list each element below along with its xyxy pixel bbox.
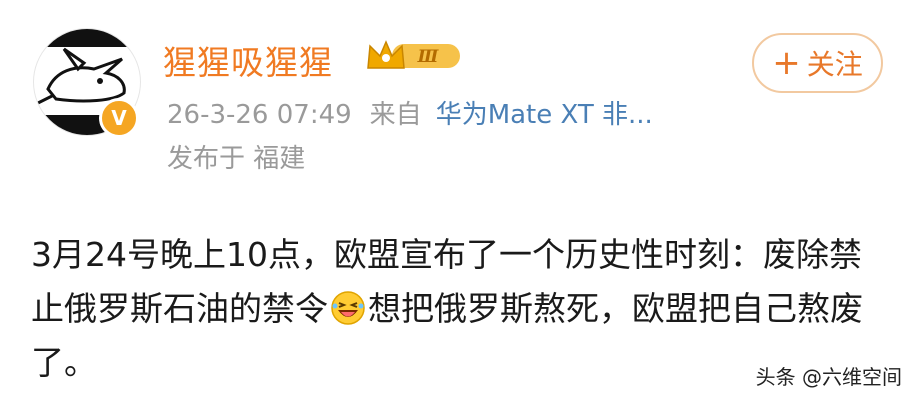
watermark: 头条 @六维空间 bbox=[755, 365, 902, 389]
follow-label: 关注 bbox=[806, 48, 863, 81]
post-location: 发布于 福建 bbox=[167, 144, 306, 174]
follow-button[interactable]: + 关注 bbox=[752, 33, 883, 93]
rank-badge-label: Ⅲ bbox=[417, 47, 440, 67]
source-label: 来自 bbox=[369, 100, 422, 130]
laughing-face-icon bbox=[330, 288, 366, 325]
verified-badge-icon: V bbox=[99, 98, 139, 138]
author-name[interactable]: 猩猩吸猩猩 bbox=[163, 36, 333, 84]
device-link[interactable]: 华为Mate XT 非... bbox=[436, 100, 653, 130]
post-meta: 26-3-26 07:49 来自 华为Mate XT 非... bbox=[167, 94, 653, 131]
post-timestamp: 26-3-26 07:49 bbox=[167, 100, 352, 130]
rank-crown-icon: Ⅲ bbox=[366, 38, 462, 72]
plus-icon: + bbox=[772, 43, 801, 83]
